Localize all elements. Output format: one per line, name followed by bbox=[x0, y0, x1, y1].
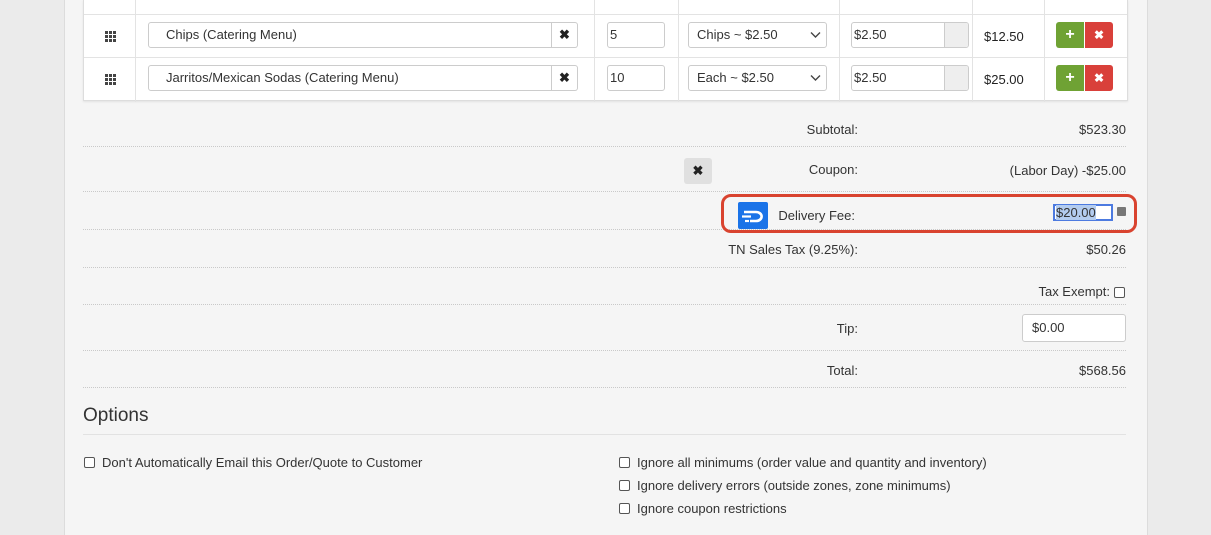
item-line-total: $25.00 bbox=[984, 72, 1024, 87]
column-divider bbox=[594, 58, 595, 102]
tip-input[interactable]: $0.00 bbox=[1022, 314, 1126, 342]
tax-exempt-label: Tax Exempt: bbox=[1038, 284, 1110, 299]
options-heading: Options bbox=[83, 405, 149, 426]
price-addon bbox=[944, 66, 968, 90]
column-divider bbox=[972, 0, 973, 15]
clear-item-button[interactable]: ✖ bbox=[552, 22, 578, 48]
remove-item-button[interactable]: ✖ bbox=[1085, 65, 1113, 91]
item-quantity-input[interactable]: 5 bbox=[607, 22, 665, 48]
ignore-coupon-restrictions-checkbox[interactable] bbox=[619, 503, 630, 514]
column-divider bbox=[839, 15, 840, 59]
clear-item-button[interactable]: ✖ bbox=[552, 65, 578, 91]
tax-exempt-row: Tax Exempt: bbox=[83, 268, 1126, 305]
item-name-input[interactable]: Jarritos/Mexican Sodas (Catering Menu) bbox=[148, 65, 552, 91]
ignore-delivery-errors-checkbox[interactable] bbox=[619, 480, 630, 491]
column-divider bbox=[135, 0, 136, 15]
coupon-value: (Labor Day) -$25.00 bbox=[1009, 163, 1126, 178]
item-price-value: $2.50 bbox=[854, 70, 887, 85]
subtotal-label: Subtotal: bbox=[806, 122, 858, 137]
table-row bbox=[84, 0, 1127, 15]
column-divider bbox=[678, 0, 679, 15]
item-name-input[interactable]: Chips (Catering Menu) bbox=[148, 22, 552, 48]
item-unit-select[interactable]: Each ~ $2.50 bbox=[688, 65, 827, 91]
line-items-table: Chips (Catering Menu) ✖ 5 Chips ~ $2.50 … bbox=[83, 0, 1128, 102]
table-row: Jarritos/Mexican Sodas (Catering Menu) ✖… bbox=[84, 57, 1127, 102]
item-unit-select[interactable]: Chips ~ $2.50 bbox=[688, 22, 827, 48]
coupon-row: Coupon: (Labor Day) -$25.00 bbox=[83, 147, 1126, 192]
no-email-label: Don't Automatically Email this Order/Quo… bbox=[102, 455, 423, 470]
column-divider bbox=[839, 58, 840, 102]
divider bbox=[83, 434, 1126, 435]
item-quantity-input[interactable]: 10 bbox=[607, 65, 665, 91]
remove-coupon-button[interactable]: ✖ bbox=[684, 158, 712, 184]
column-divider bbox=[839, 0, 840, 15]
subtotal-value: $523.30 bbox=[1079, 122, 1126, 137]
column-divider bbox=[135, 58, 136, 102]
total-row: Total: $568.56 bbox=[83, 351, 1126, 388]
item-price-input[interactable]: $2.50 bbox=[851, 22, 969, 48]
ignore-coupon-restrictions-label: Ignore coupon restrictions bbox=[637, 501, 787, 516]
tip-label: Tip: bbox=[836, 321, 858, 336]
add-item-button[interactable]: + bbox=[1056, 65, 1084, 91]
table-row: Chips (Catering Menu) ✖ 5 Chips ~ $2.50 … bbox=[84, 14, 1127, 59]
column-divider bbox=[678, 15, 679, 59]
tax-exempt-checkbox[interactable] bbox=[1114, 287, 1125, 298]
drag-handle-icon[interactable] bbox=[105, 31, 117, 42]
chevron-down-icon bbox=[810, 75, 821, 81]
remove-item-button[interactable]: ✖ bbox=[1085, 22, 1113, 48]
item-line-total: $12.50 bbox=[984, 29, 1024, 44]
item-price-input[interactable]: $2.50 bbox=[851, 65, 969, 91]
coupon-label: Coupon: bbox=[808, 162, 858, 177]
total-value: $568.56 bbox=[1079, 363, 1126, 378]
column-divider bbox=[1044, 0, 1045, 15]
item-unit-value: Each ~ $2.50 bbox=[697, 70, 774, 85]
column-divider bbox=[1044, 58, 1045, 102]
highlight-annotation bbox=[721, 194, 1137, 233]
tax-value: $50.26 bbox=[1086, 242, 1126, 257]
column-divider bbox=[135, 15, 136, 59]
price-addon bbox=[944, 23, 968, 47]
add-item-button[interactable]: + bbox=[1056, 22, 1084, 48]
column-divider bbox=[594, 15, 595, 59]
ignore-delivery-errors-label: Ignore delivery errors (outside zones, z… bbox=[637, 478, 951, 493]
column-divider bbox=[594, 0, 595, 15]
total-label: Total: bbox=[826, 363, 858, 378]
tax-row: TN Sales Tax (9.25%): $50.26 bbox=[83, 230, 1126, 268]
tip-row: Tip: bbox=[83, 305, 1126, 351]
subtotal-row: Subtotal: $523.30 bbox=[83, 110, 1126, 147]
ignore-minimums-label: Ignore all minimums (order value and qua… bbox=[637, 455, 987, 470]
column-divider bbox=[972, 15, 973, 59]
item-price-value: $2.50 bbox=[854, 27, 887, 42]
drag-handle-icon[interactable] bbox=[105, 74, 117, 85]
column-divider bbox=[678, 58, 679, 102]
column-divider bbox=[972, 58, 973, 102]
column-divider bbox=[1044, 15, 1045, 59]
tax-label: TN Sales Tax (9.25%): bbox=[728, 242, 858, 257]
ignore-minimums-checkbox[interactable] bbox=[619, 457, 630, 468]
chevron-down-icon bbox=[810, 32, 821, 38]
no-email-checkbox[interactable] bbox=[84, 457, 95, 468]
item-unit-value: Chips ~ $2.50 bbox=[697, 27, 778, 42]
